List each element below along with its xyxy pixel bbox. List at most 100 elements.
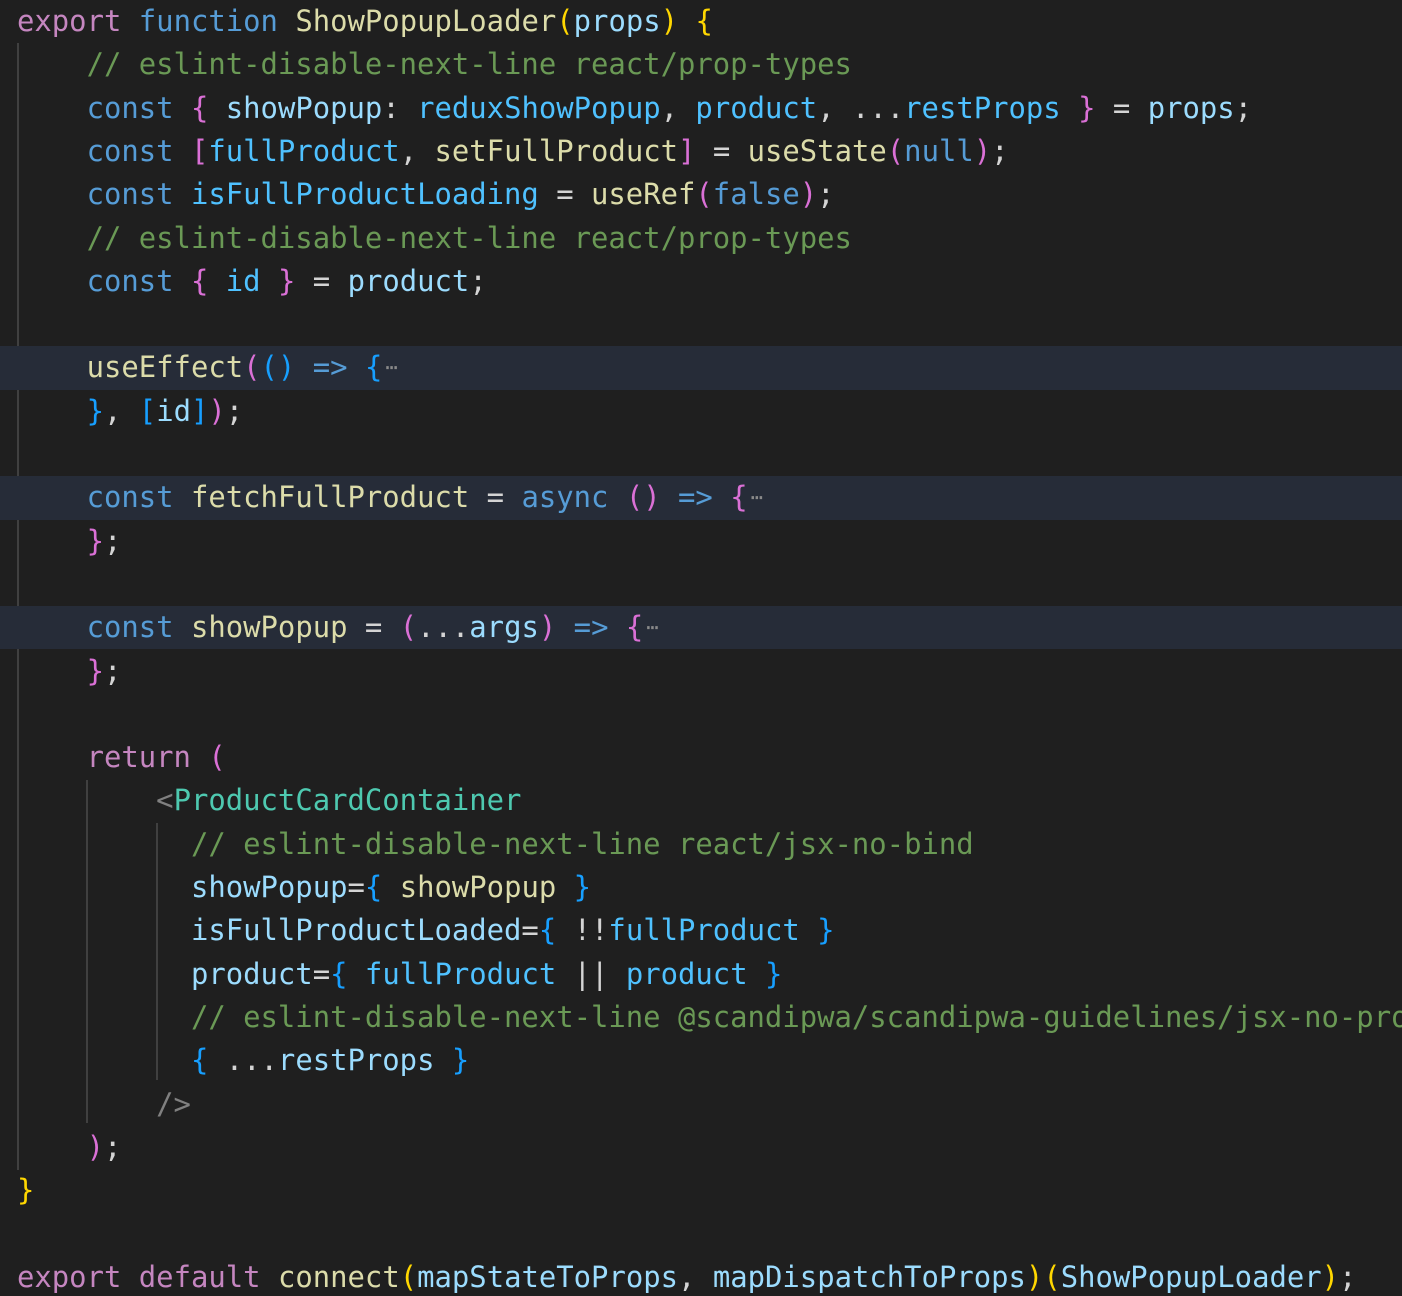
- code-token: showPopup: [190, 610, 348, 645]
- code-line[interactable]: return (: [0, 736, 1402, 779]
- code-token: ;: [103, 653, 122, 688]
- code-line[interactable]: // eslint-disable-next-line @scandipwa/s…: [0, 996, 1402, 1039]
- code-line[interactable]: const isFullProductLoading = useRef(fals…: [0, 173, 1402, 216]
- code-token: =: [312, 956, 331, 991]
- code-token: (: [208, 740, 226, 775]
- code-token: =>: [312, 350, 348, 385]
- code-token: isFullProductLoaded: [190, 913, 522, 948]
- code-token: (: [399, 610, 418, 645]
- code-token: (: [243, 350, 261, 385]
- code-token: showPopup: [190, 870, 348, 904]
- code-token: id: [225, 263, 261, 298]
- code-line[interactable]: export function ShowPopupLoader(props) {: [0, 0, 1402, 43]
- code-token: ;: [469, 263, 487, 298]
- code-line[interactable]: showPopup={ showPopup }: [0, 866, 1402, 909]
- code-line[interactable]: />: [0, 1083, 1402, 1126]
- code-token: }: [765, 956, 783, 991]
- code-token: mapStateToProps: [417, 1259, 679, 1294]
- code-line[interactable]: // eslint-disable-next-line react/prop-t…: [0, 43, 1402, 86]
- code-token: {: [364, 350, 383, 385]
- code-line[interactable]: [0, 693, 1402, 736]
- code-line[interactable]: };: [0, 650, 1402, 693]
- code-token: null: [904, 133, 974, 168]
- code-line[interactable]: }: [0, 1169, 1402, 1212]
- code-token: }: [451, 1043, 470, 1078]
- code-token: =: [347, 610, 400, 645]
- fold-ellipsis-icon[interactable]: ⋯: [385, 355, 397, 379]
- code-token: // eslint-disable-next-line @scandipwa/s…: [190, 999, 1402, 1034]
- code-token: ;: [103, 523, 122, 558]
- code-token: }: [86, 653, 104, 688]
- code-token: (: [695, 177, 713, 212]
- code-token: const: [86, 480, 174, 515]
- code-token: (): [625, 480, 661, 515]
- code-token: (: [1043, 1259, 1061, 1294]
- code-token: ): [86, 1129, 104, 1164]
- code-line[interactable]: [0, 303, 1402, 346]
- code-line[interactable]: [0, 563, 1402, 606]
- code-token: {: [625, 610, 644, 645]
- code-line[interactable]: isFullProductLoaded={ !!fullProduct }: [0, 909, 1402, 952]
- code-token: {: [190, 90, 209, 125]
- code-token: ,: [660, 90, 696, 125]
- code-token: {: [330, 956, 348, 991]
- fold-ellipsis-icon[interactable]: ⋯: [646, 615, 658, 639]
- code-line[interactable]: // eslint-disable-next-line react/jsx-no…: [0, 823, 1402, 866]
- code-line-folded[interactable]: const fetchFullProduct = async () => {⋯: [0, 476, 1402, 520]
- code-token: product: [695, 90, 818, 125]
- code-line[interactable]: [0, 433, 1402, 476]
- code-token: ]: [678, 133, 696, 168]
- code-token: return: [86, 740, 191, 775]
- code-line[interactable]: <ProductCardContainer: [0, 779, 1402, 822]
- code-line[interactable]: }, [id]);: [0, 390, 1402, 433]
- code-line[interactable]: };: [0, 520, 1402, 563]
- code-line[interactable]: );: [0, 1126, 1402, 1169]
- code-line[interactable]: const { showPopup: reduxShowPopup, produ…: [0, 87, 1402, 130]
- code-line-folded[interactable]: const showPopup = (...args) => {⋯: [0, 606, 1402, 650]
- code-token: =: [1095, 90, 1148, 125]
- code-line[interactable]: export default connect(mapStateToProps, …: [0, 1256, 1402, 1296]
- code-token: ): [538, 610, 557, 645]
- code-line[interactable]: const { id } = product;: [0, 260, 1402, 303]
- code-line[interactable]: [0, 1212, 1402, 1255]
- code-token: <: [156, 783, 174, 818]
- code-line[interactable]: // eslint-disable-next-line react/prop-t…: [0, 217, 1402, 260]
- code-token: const: [86, 610, 174, 645]
- code-token: fullProduct: [208, 133, 400, 168]
- code-token: }: [1078, 90, 1096, 125]
- code-token: ShowPopupLoader: [295, 4, 557, 38]
- code-line-folded[interactable]: useEffect(() => {⋯: [0, 346, 1402, 390]
- fold-ellipsis-icon[interactable]: ⋯: [751, 485, 763, 509]
- code-token: id: [156, 393, 191, 428]
- code-line[interactable]: const [fullProduct, setFullProduct] = us…: [0, 130, 1402, 173]
- code-token: ShowPopupLoader: [1060, 1259, 1322, 1294]
- code-token: ,: [678, 1259, 713, 1294]
- code-token: const: [86, 90, 174, 125]
- code-token: const: [86, 133, 174, 168]
- code-line[interactable]: { ...restProps }: [0, 1039, 1402, 1082]
- code-editor[interactable]: export function ShowPopupLoader(props) {…: [0, 0, 1402, 1296]
- code-token: =: [521, 913, 539, 948]
- code-token: =: [695, 133, 748, 168]
- code-token: {: [364, 870, 383, 904]
- code-token: fetchFullProduct: [190, 480, 470, 515]
- code-line[interactable]: product={ fullProduct || product }: [0, 953, 1402, 996]
- code-token: const: [86, 177, 174, 212]
- code-token: (: [886, 133, 905, 168]
- code-token: product: [190, 956, 313, 991]
- code-token: ;: [991, 133, 1009, 168]
